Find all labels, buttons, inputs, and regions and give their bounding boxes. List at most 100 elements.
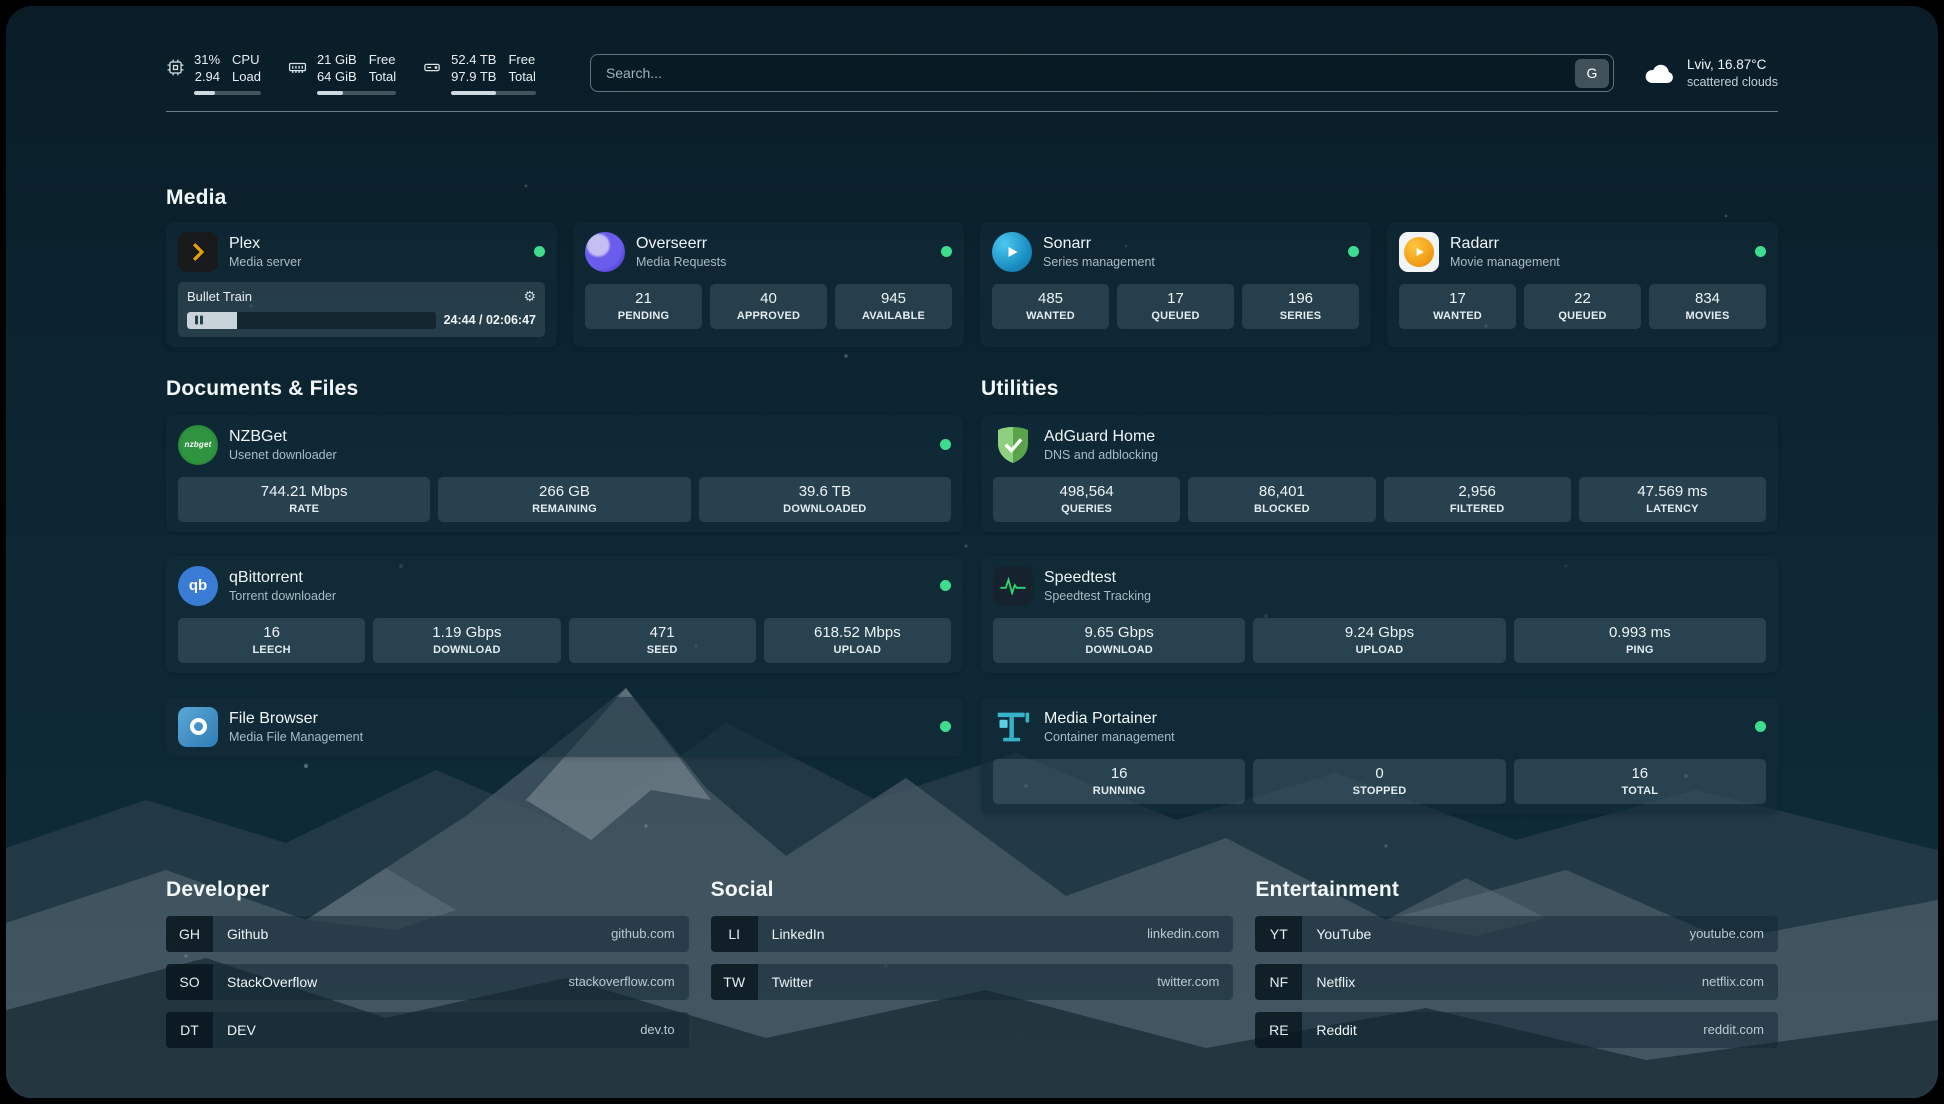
dashboard-screen: 31% CPU 2.94 Load 21 GiB Free 64 (6, 6, 1938, 1098)
radarr-subtitle: Movie management (1450, 255, 1744, 269)
stat-pending: 21 PENDING (585, 284, 702, 329)
section-title-developer: Developer (166, 878, 689, 902)
stat-stopped: 0 STOPPED (1253, 759, 1505, 804)
speedtest-icon (993, 566, 1033, 606)
nzbget-title: NZBGet (229, 428, 929, 446)
stat-queries: 498,564 QUERIES (993, 477, 1180, 522)
stat-running: 16 RUNNING (993, 759, 1245, 804)
service-card-speedtest[interactable]: Speedtest Speedtest Tracking 9.65 Gbps D… (981, 556, 1778, 673)
overseerr-subtitle: Media Requests (636, 255, 930, 269)
bookmark-reddit[interactable]: RE Reddit reddit.com (1255, 1012, 1778, 1048)
adguard-subtitle: DNS and adblocking (1044, 448, 1766, 462)
search-input[interactable] (606, 65, 1575, 81)
stat-movies: 834 MOVIES (1649, 284, 1766, 329)
stat-ping: 0.993 ms PING (1514, 618, 1766, 663)
cpu-progress-bar (194, 91, 261, 95)
memory-free-value: 21 GiB (317, 52, 357, 69)
portainer-icon (993, 707, 1033, 747)
section-title-utilities: Utilities (981, 377, 1778, 401)
stat-seed: 471 SEED (569, 618, 756, 663)
status-indicator (941, 246, 952, 257)
sonarr-title: Sonarr (1043, 235, 1337, 253)
memory-progress-bar (317, 91, 396, 95)
adguard-title: AdGuard Home (1044, 428, 1766, 446)
overseerr-icon (585, 232, 625, 272)
bookmark-netflix[interactable]: NF Netflix netflix.com (1255, 964, 1778, 1000)
stat-approved: 40 APPROVED (710, 284, 827, 329)
overseerr-title: Overseerr (636, 235, 930, 253)
cpu-load-label: Load (232, 69, 261, 86)
disk-metric: 52.4 TB Free 97.9 TB Total (422, 52, 536, 95)
service-card-portainer[interactable]: Media Portainer Container management 16 … (981, 697, 1778, 814)
bookmark-linkedin[interactable]: LI LinkedIn linkedin.com (711, 916, 1234, 952)
speedtest-subtitle: Speedtest Tracking (1044, 589, 1766, 603)
stat-latency: 47.569 ms LATENCY (1579, 477, 1766, 522)
weather-condition: scattered clouds (1687, 74, 1778, 91)
status-indicator (1755, 721, 1766, 732)
speedtest-title: Speedtest (1044, 569, 1766, 587)
adguard-icon (993, 425, 1033, 465)
radarr-icon (1399, 232, 1439, 272)
now-playing-title: Bullet Train (187, 289, 252, 304)
bookmark-github[interactable]: GH Github github.com (166, 916, 689, 952)
service-card-overseerr[interactable]: Overseerr Media Requests 21 PENDING 40 A… (573, 222, 964, 347)
utilities-column: Utilities AdGuard Home DNS and adblockin… (981, 377, 1778, 814)
service-card-sonarr[interactable]: Sonarr Series management 485 WANTED 17 Q… (980, 222, 1371, 347)
service-card-plex[interactable]: Plex Media server Bullet Train ⚙ (166, 222, 557, 347)
cpu-label: CPU (232, 52, 261, 69)
memory-icon (287, 58, 308, 77)
stat-filtered: 2,956 FILTERED (1384, 477, 1571, 522)
service-card-nzbget[interactable]: nzbget NZBGet Usenet downloader 744.21 M… (166, 415, 963, 532)
plex-title: Plex (229, 235, 523, 253)
social-links: Social LI LinkedIn linkedin.com TW Twitt… (711, 878, 1234, 1060)
stat-remaining: 266 GB REMAINING (438, 477, 690, 522)
cpu-value: 31% (194, 52, 220, 69)
developer-links: Developer GH Github github.com SO StackO… (166, 878, 689, 1060)
stat-total: 16 TOTAL (1514, 759, 1766, 804)
filebrowser-subtitle: Media File Management (229, 730, 929, 744)
filebrowser-icon (178, 707, 218, 747)
stat-downloaded: 39.6 TB DOWNLOADED (699, 477, 951, 522)
memory-total-label: Total (369, 69, 396, 86)
pause-icon[interactable] (195, 316, 203, 325)
sonarr-subtitle: Series management (1043, 255, 1337, 269)
bookmark-stackoverflow[interactable]: SO StackOverflow stackoverflow.com (166, 964, 689, 1000)
service-card-filebrowser[interactable]: File Browser Media File Management (166, 697, 963, 757)
topbar-divider (166, 111, 1778, 112)
bookmark-dev[interactable]: DT DEV dev.to (166, 1012, 689, 1048)
stat-queued: 22 QUEUED (1524, 284, 1641, 329)
bookmark-youtube[interactable]: YT YouTube youtube.com (1255, 916, 1778, 952)
documents-column: Documents & Files nzbget NZBGet Usenet d… (166, 377, 963, 814)
stat-series: 196 SERIES (1242, 284, 1359, 329)
service-card-adguard[interactable]: AdGuard Home DNS and adblocking 498,564 … (981, 415, 1778, 532)
plex-subtitle: Media server (229, 255, 523, 269)
radarr-title: Radarr (1450, 235, 1744, 253)
service-card-qbittorrent[interactable]: qb qBittorrent Torrent downloader 16 LEE… (166, 556, 963, 673)
status-indicator (940, 580, 951, 591)
stat-wanted: 485 WANTED (992, 284, 1109, 329)
cpu-metric: 31% CPU 2.94 Load (166, 52, 261, 95)
status-indicator (534, 246, 545, 257)
gear-icon[interactable]: ⚙ (523, 288, 536, 305)
stat-rate: 744.21 Mbps RATE (178, 477, 430, 522)
search-bar: G (590, 54, 1614, 92)
search-engine-button[interactable]: G (1575, 59, 1609, 88)
stat-upload: 9.24 Gbps UPLOAD (1253, 618, 1505, 663)
filebrowser-title: File Browser (229, 710, 929, 728)
portainer-subtitle: Container management (1044, 730, 1744, 744)
stat-wanted: 17 WANTED (1399, 284, 1516, 329)
cpu-icon (166, 58, 185, 77)
status-indicator (940, 439, 951, 450)
service-card-radarr[interactable]: Radarr Movie management 17 WANTED 22 QUE… (1387, 222, 1778, 347)
qbittorrent-icon: qb (178, 566, 218, 606)
nzbget-subtitle: Usenet downloader (229, 448, 929, 462)
playback-progress-bar[interactable] (187, 312, 436, 329)
section-title-media: Media (166, 186, 1778, 210)
bookmark-twitter[interactable]: TW Twitter twitter.com (711, 964, 1234, 1000)
entertainment-links: Entertainment YT YouTube youtube.com NF … (1255, 878, 1778, 1060)
disk-total-value: 97.9 TB (451, 69, 496, 86)
stat-download: 9.65 Gbps DOWNLOAD (993, 618, 1245, 663)
stat-available: 945 AVAILABLE (835, 284, 952, 329)
section-title-entertainment: Entertainment (1255, 878, 1778, 902)
section-title-social: Social (711, 878, 1234, 902)
